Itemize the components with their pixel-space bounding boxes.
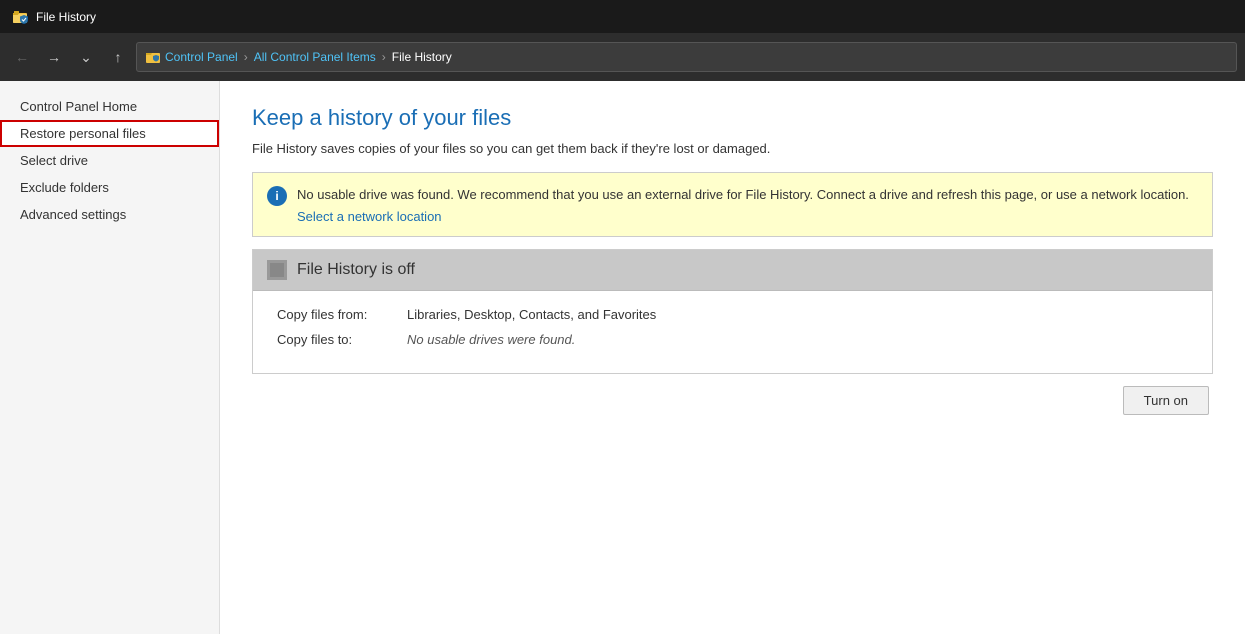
content-area: Keep a history of your files File Histor… [220,81,1245,634]
sidebar-item-select-drive[interactable]: Select drive [0,147,219,174]
copy-from-label: Copy files from: [277,307,407,322]
page-title: Keep a history of your files [252,105,1213,131]
sidebar-item-control-panel-home[interactable]: Control Panel Home [0,93,219,120]
nav-bar: ← → ⌄ ↑ Control Panel › All Control Pane… [0,33,1245,81]
sidebar-item-advanced-settings[interactable]: Advanced settings [0,201,219,228]
select-network-location-link[interactable]: Select a network location [297,209,1189,224]
status-header: File History is off [253,250,1212,291]
status-box: File History is off Copy files from: Lib… [252,249,1213,374]
status-header-icon [267,260,287,280]
up-button[interactable]: ↑ [104,43,132,71]
warning-content: No usable drive was found. We recommend … [297,185,1189,224]
window-title: File History [36,10,96,24]
sidebar-item-exclude-folders[interactable]: Exclude folders [0,174,219,201]
title-bar: File History [0,0,1245,33]
address-bar[interactable]: Control Panel › All Control Panel Items … [136,42,1237,72]
address-icon [145,49,161,65]
dropdown-button[interactable]: ⌄ [72,43,100,71]
status-title: File History is off [297,261,415,279]
back-button[interactable]: ← [8,43,36,71]
warning-box: i No usable drive was found. We recommen… [252,172,1213,237]
warning-message: No usable drive was found. We recommend … [297,185,1189,205]
copy-from-value: Libraries, Desktop, Contacts, and Favori… [407,307,656,322]
info-icon: i [267,186,287,206]
breadcrumb-control-panel[interactable]: Control Panel [165,50,238,64]
turn-on-button[interactable]: Turn on [1123,386,1209,415]
copy-to-value: No usable drives were found. [407,332,575,347]
copy-to-label: Copy files to: [277,332,407,347]
breadcrumb-file-history: File History [392,50,452,64]
status-body: Copy files from: Libraries, Desktop, Con… [253,291,1212,373]
copy-from-row: Copy files from: Libraries, Desktop, Con… [277,307,1188,322]
copy-to-row: Copy files to: No usable drives were fou… [277,332,1188,347]
sidebar: Control Panel Home Restore personal file… [0,81,220,634]
button-row: Turn on [252,386,1213,415]
main-layout: Control Panel Home Restore personal file… [0,81,1245,634]
page-description: File History saves copies of your files … [252,141,1213,156]
forward-button[interactable]: → [40,43,68,71]
breadcrumb-all-items[interactable]: All Control Panel Items [254,50,376,64]
app-icon [12,9,28,25]
sidebar-item-restore-personal-files[interactable]: Restore personal files [0,120,219,147]
